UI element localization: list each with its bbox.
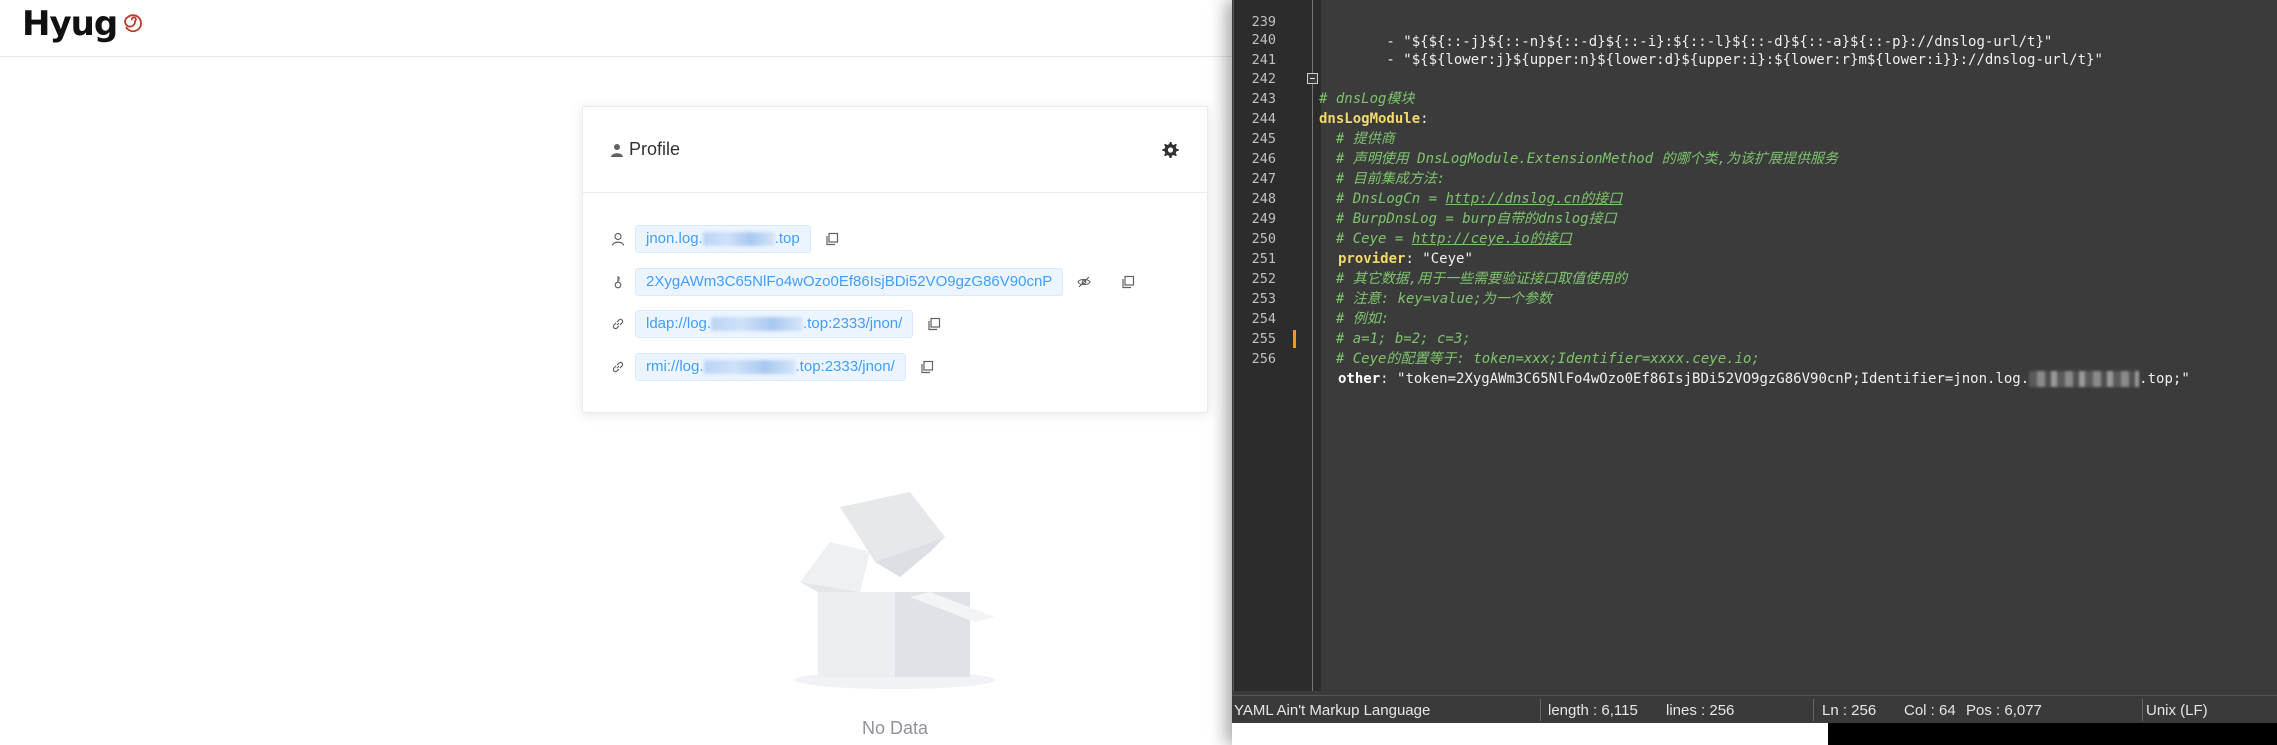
rmi-prefix: rmi://log. (646, 357, 704, 375)
code-line: 244 # 提供商 (1232, 89, 2277, 147)
empty-text: No Data (861, 718, 929, 738)
divider (1540, 699, 1541, 721)
line-number: 256 (1251, 351, 1276, 367)
code-line: 249 # Ceye = http://ceye.io的接口 (1232, 189, 2277, 247)
rmi-suffix: .top:2333/jnon/ (795, 357, 895, 375)
status-length: length : 6,115 (1548, 702, 1638, 719)
link-icon (612, 319, 624, 330)
profile-row-rmi: rmi://log. .top:2333/jnon/ (583, 346, 1207, 389)
copy-icon[interactable] (1121, 275, 1135, 289)
code-line: 246 # 目前集成方法: (1232, 129, 2277, 187)
status-eol[interactable]: Unix (LF) (2146, 702, 2208, 719)
yaml-value-end: .top;" (2139, 371, 2190, 387)
profile-title: Profile (611, 139, 680, 160)
profile-card-header: Profile (583, 107, 1207, 193)
line-text: # Ceye的配置等于: token=xxx;Identifier=xxxx.c… (1319, 351, 1760, 367)
status-col: Col : 64 (1904, 702, 1956, 719)
copy-icon[interactable] (927, 317, 941, 331)
logo-swirl-icon (124, 14, 143, 33)
divider (2142, 699, 2143, 721)
domain-tag[interactable]: jnon.log. .top (635, 225, 811, 254)
app-logo[interactable]: Hyug (22, 4, 147, 44)
code-line: 243 dnsLogModule: (1232, 69, 2277, 127)
profile-row-domain: jnon.log. .top (583, 218, 1207, 261)
code-line: 242 # dnsLog模块 (1232, 49, 2277, 107)
status-lines: lines : 256 (1666, 702, 1735, 719)
domain-suffix: .top (774, 230, 800, 248)
code-line: 254 # a=1; b=2; c=3; (1232, 289, 2277, 347)
code-line: 253 # 例如: (1232, 269, 2277, 327)
gear-icon[interactable] (1161, 141, 1179, 159)
screen: Hyug Profile jnon.log. .top 2XygAWm3C65N… (0, 0, 2277, 745)
ldap-prefix: ldap://log. (646, 315, 712, 333)
eye-hide-icon[interactable] (1077, 275, 1091, 289)
line-text: other: "token=2XygAWm3C65NlFo4wOzo0Ef86I… (1338, 369, 2190, 389)
user-icon (611, 143, 623, 157)
profile-card: Profile jnon.log. .top 2XygAWm3C65NlFo4w… (582, 106, 1208, 413)
yaml-value: : "token=2XygAWm3C65NlFo4wOzo0Ef86IsjBDi… (1380, 371, 2030, 387)
rmi-tag[interactable]: rmi://log. .top:2333/jnon/ (635, 352, 906, 381)
empty-state: No Data (760, 482, 1030, 745)
code-line: 240 - "${${lower:j}${upper:n}${lower:d}$… (1232, 10, 2277, 68)
copy-icon[interactable] (920, 360, 934, 374)
domain-prefix: jnon.log. (646, 230, 703, 248)
code-line: 252 # 注意: key=value;为一个参数 (1232, 249, 2277, 307)
empty-box-icon (795, 492, 995, 689)
redacted-segment (702, 232, 775, 247)
ldap-tag[interactable]: ldap://log. .top:2333/jnon/ (635, 310, 914, 339)
ldap-suffix: .top:2333/jnon/ (803, 315, 903, 333)
person-outline-icon (611, 233, 625, 246)
token-tag[interactable]: 2XygAWm3C65NlFo4wOzo0Ef86IsjBDi52VO9gzG8… (635, 267, 1064, 296)
code-line: 250 provider: "Ceye" (1232, 209, 2277, 267)
status-ln: Ln : 256 (1822, 702, 1877, 719)
divider (1813, 699, 1814, 721)
logo-text: Hyug (22, 4, 118, 44)
profile-row-token: 2XygAWm3C65NlFo4wOzo0Ef86IsjBDi52VO9gzG8… (583, 261, 1207, 304)
code-line-current: 256 other: "token=2XygAWm3C65NlFo4wOzo0E… (1232, 329, 2277, 387)
profile-row-ldap: ldap://log. .top:2333/jnon/ (583, 303, 1207, 346)
code-editor-window: 239 - "${${::-j}${::-n}${::-d}${::-i}:${… (1232, 0, 2277, 745)
status-pos: Pos : 6,077 (1966, 702, 2042, 719)
redacted-segment (703, 359, 796, 374)
yaml-key: other (1338, 371, 1381, 387)
taskbar-fragment (1828, 723, 2277, 745)
status-language[interactable]: YAML Ain't Markup Language (1234, 702, 1430, 719)
code-line: 245 # 声明使用 DnsLogModule.ExtensionMethod … (1232, 109, 2277, 167)
status-bar: YAML Ain't Markup Language length : 6,11… (1232, 695, 2277, 723)
code-line: 248 # BurpDnsLog = burp自带的dnslog接口 (1232, 169, 2277, 227)
key-icon (614, 275, 622, 289)
top-navbar: Hyug (0, 0, 1234, 57)
window-edge (1232, 723, 1828, 745)
link-icon (612, 361, 624, 372)
profile-title-label: Profile (629, 139, 681, 159)
code-line: 255 # Ceye的配置等于: token=xxx;Identifier=xx… (1232, 309, 2277, 367)
copy-icon[interactable] (825, 232, 839, 246)
redacted-segment (711, 317, 804, 332)
code-line: 241 (1232, 30, 2277, 68)
redacted-segment (2029, 371, 2140, 387)
code-line: 251 # 其它数据,用于一些需要验证接口取值使用的 (1232, 229, 2277, 287)
code-line: 247 # DnsLogCn = http://dnslog.cn的接口 (1232, 149, 2277, 207)
